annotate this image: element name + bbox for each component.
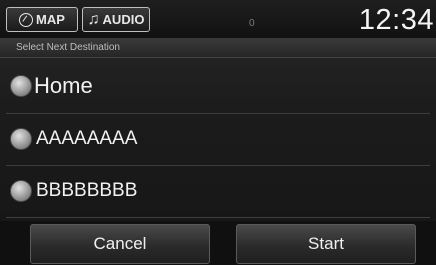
- music-note-icon: ♫: [87, 10, 100, 28]
- compass-icon: [19, 12, 34, 27]
- destination-option-b[interactable]: BBBBBBBB: [0, 165, 436, 217]
- status-bar: MAP ♫ AUDIO 0 12:34: [0, 0, 436, 38]
- radio-button-icon[interactable]: [10, 180, 32, 202]
- audio-button[interactable]: ♫ AUDIO: [82, 7, 150, 32]
- action-bar: Cancel Start: [0, 221, 436, 265]
- page-title: Select Next Destination: [16, 42, 120, 53]
- map-button-label: MAP: [36, 12, 65, 27]
- destination-label: BBBBBBBB: [36, 180, 138, 201]
- destination-option-a[interactable]: AAAAAAAA: [0, 113, 436, 165]
- start-button[interactable]: Start: [236, 224, 416, 264]
- cancel-button[interactable]: Cancel: [30, 224, 210, 264]
- list-header: Select Next Destination: [0, 38, 436, 58]
- destination-label: Home: [34, 73, 93, 98]
- clock: 12:34: [358, 4, 434, 36]
- radio-button-icon[interactable]: [10, 75, 32, 97]
- row-divider: [6, 217, 430, 218]
- destination-label: AAAAAAAA: [36, 128, 138, 149]
- destination-option-home[interactable]: Home: [0, 60, 436, 112]
- audio-button-label: AUDIO: [102, 12, 145, 27]
- navigation-screen: MAP ♫ AUDIO 0 12:34 Select Next Destinat…: [0, 0, 436, 265]
- status-indicator: 0: [249, 18, 255, 29]
- radio-button-icon[interactable]: [10, 128, 32, 150]
- map-button[interactable]: MAP: [6, 7, 78, 32]
